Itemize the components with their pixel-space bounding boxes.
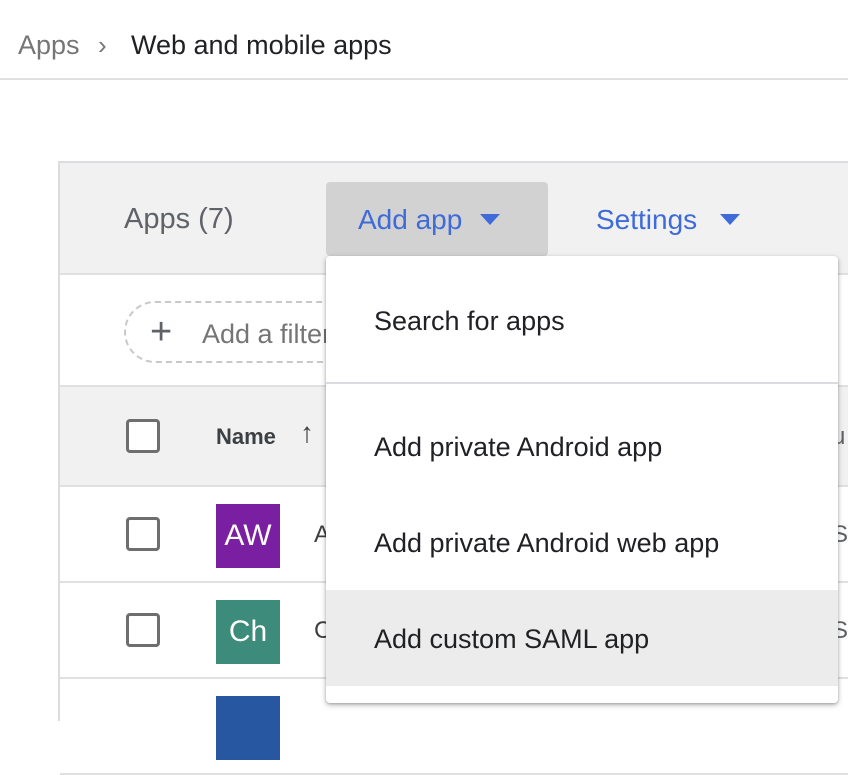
app-avatar bbox=[216, 696, 280, 760]
apps-count-title: Apps (7) bbox=[124, 203, 234, 235]
row-checkbox[interactable] bbox=[126, 613, 160, 647]
settings-label: Settings bbox=[596, 204, 698, 235]
column-header-name[interactable]: Name bbox=[216, 424, 276, 450]
menu-item-label: Add private Android web app bbox=[374, 528, 720, 558]
breadcrumb: Apps › Web and mobile apps bbox=[0, 0, 848, 80]
row-checkbox[interactable] bbox=[126, 517, 160, 551]
caret-down-icon bbox=[480, 214, 500, 225]
menu-item-label: Add private Android app bbox=[374, 432, 663, 462]
plus-icon: + bbox=[150, 311, 173, 353]
caret-down-icon bbox=[720, 214, 740, 225]
app-avatar: AW bbox=[216, 504, 280, 568]
page-title: Web and mobile apps bbox=[131, 30, 392, 60]
settings-button[interactable]: Settings bbox=[580, 182, 740, 256]
breadcrumb-apps-link[interactable]: Apps bbox=[18, 30, 80, 61]
chevron-right-icon: › bbox=[98, 30, 107, 60]
add-filter-label: Add a filter bbox=[202, 319, 332, 349]
menu-item-label: Search for apps bbox=[374, 306, 565, 336]
menu-item-add-private-android-app[interactable]: Add private Android app bbox=[326, 398, 838, 494]
add-app-menu: Search for apps Add private Android app … bbox=[326, 256, 838, 703]
menu-item-label: Add custom SAML app bbox=[374, 624, 650, 654]
menu-item-search-for-apps[interactable]: Search for apps bbox=[326, 272, 838, 368]
sort-ascending-icon[interactable]: ↑ bbox=[300, 417, 314, 449]
menu-divider bbox=[326, 382, 838, 384]
select-all-checkbox[interactable] bbox=[126, 419, 160, 453]
menu-item-add-private-android-web-app[interactable]: Add private Android web app bbox=[326, 494, 838, 590]
add-app-label: Add app bbox=[358, 204, 463, 235]
app-avatar: Ch bbox=[216, 600, 280, 664]
add-app-button[interactable]: Add app bbox=[326, 182, 548, 256]
menu-item-add-custom-saml-app[interactable]: Add custom SAML app bbox=[326, 590, 838, 686]
